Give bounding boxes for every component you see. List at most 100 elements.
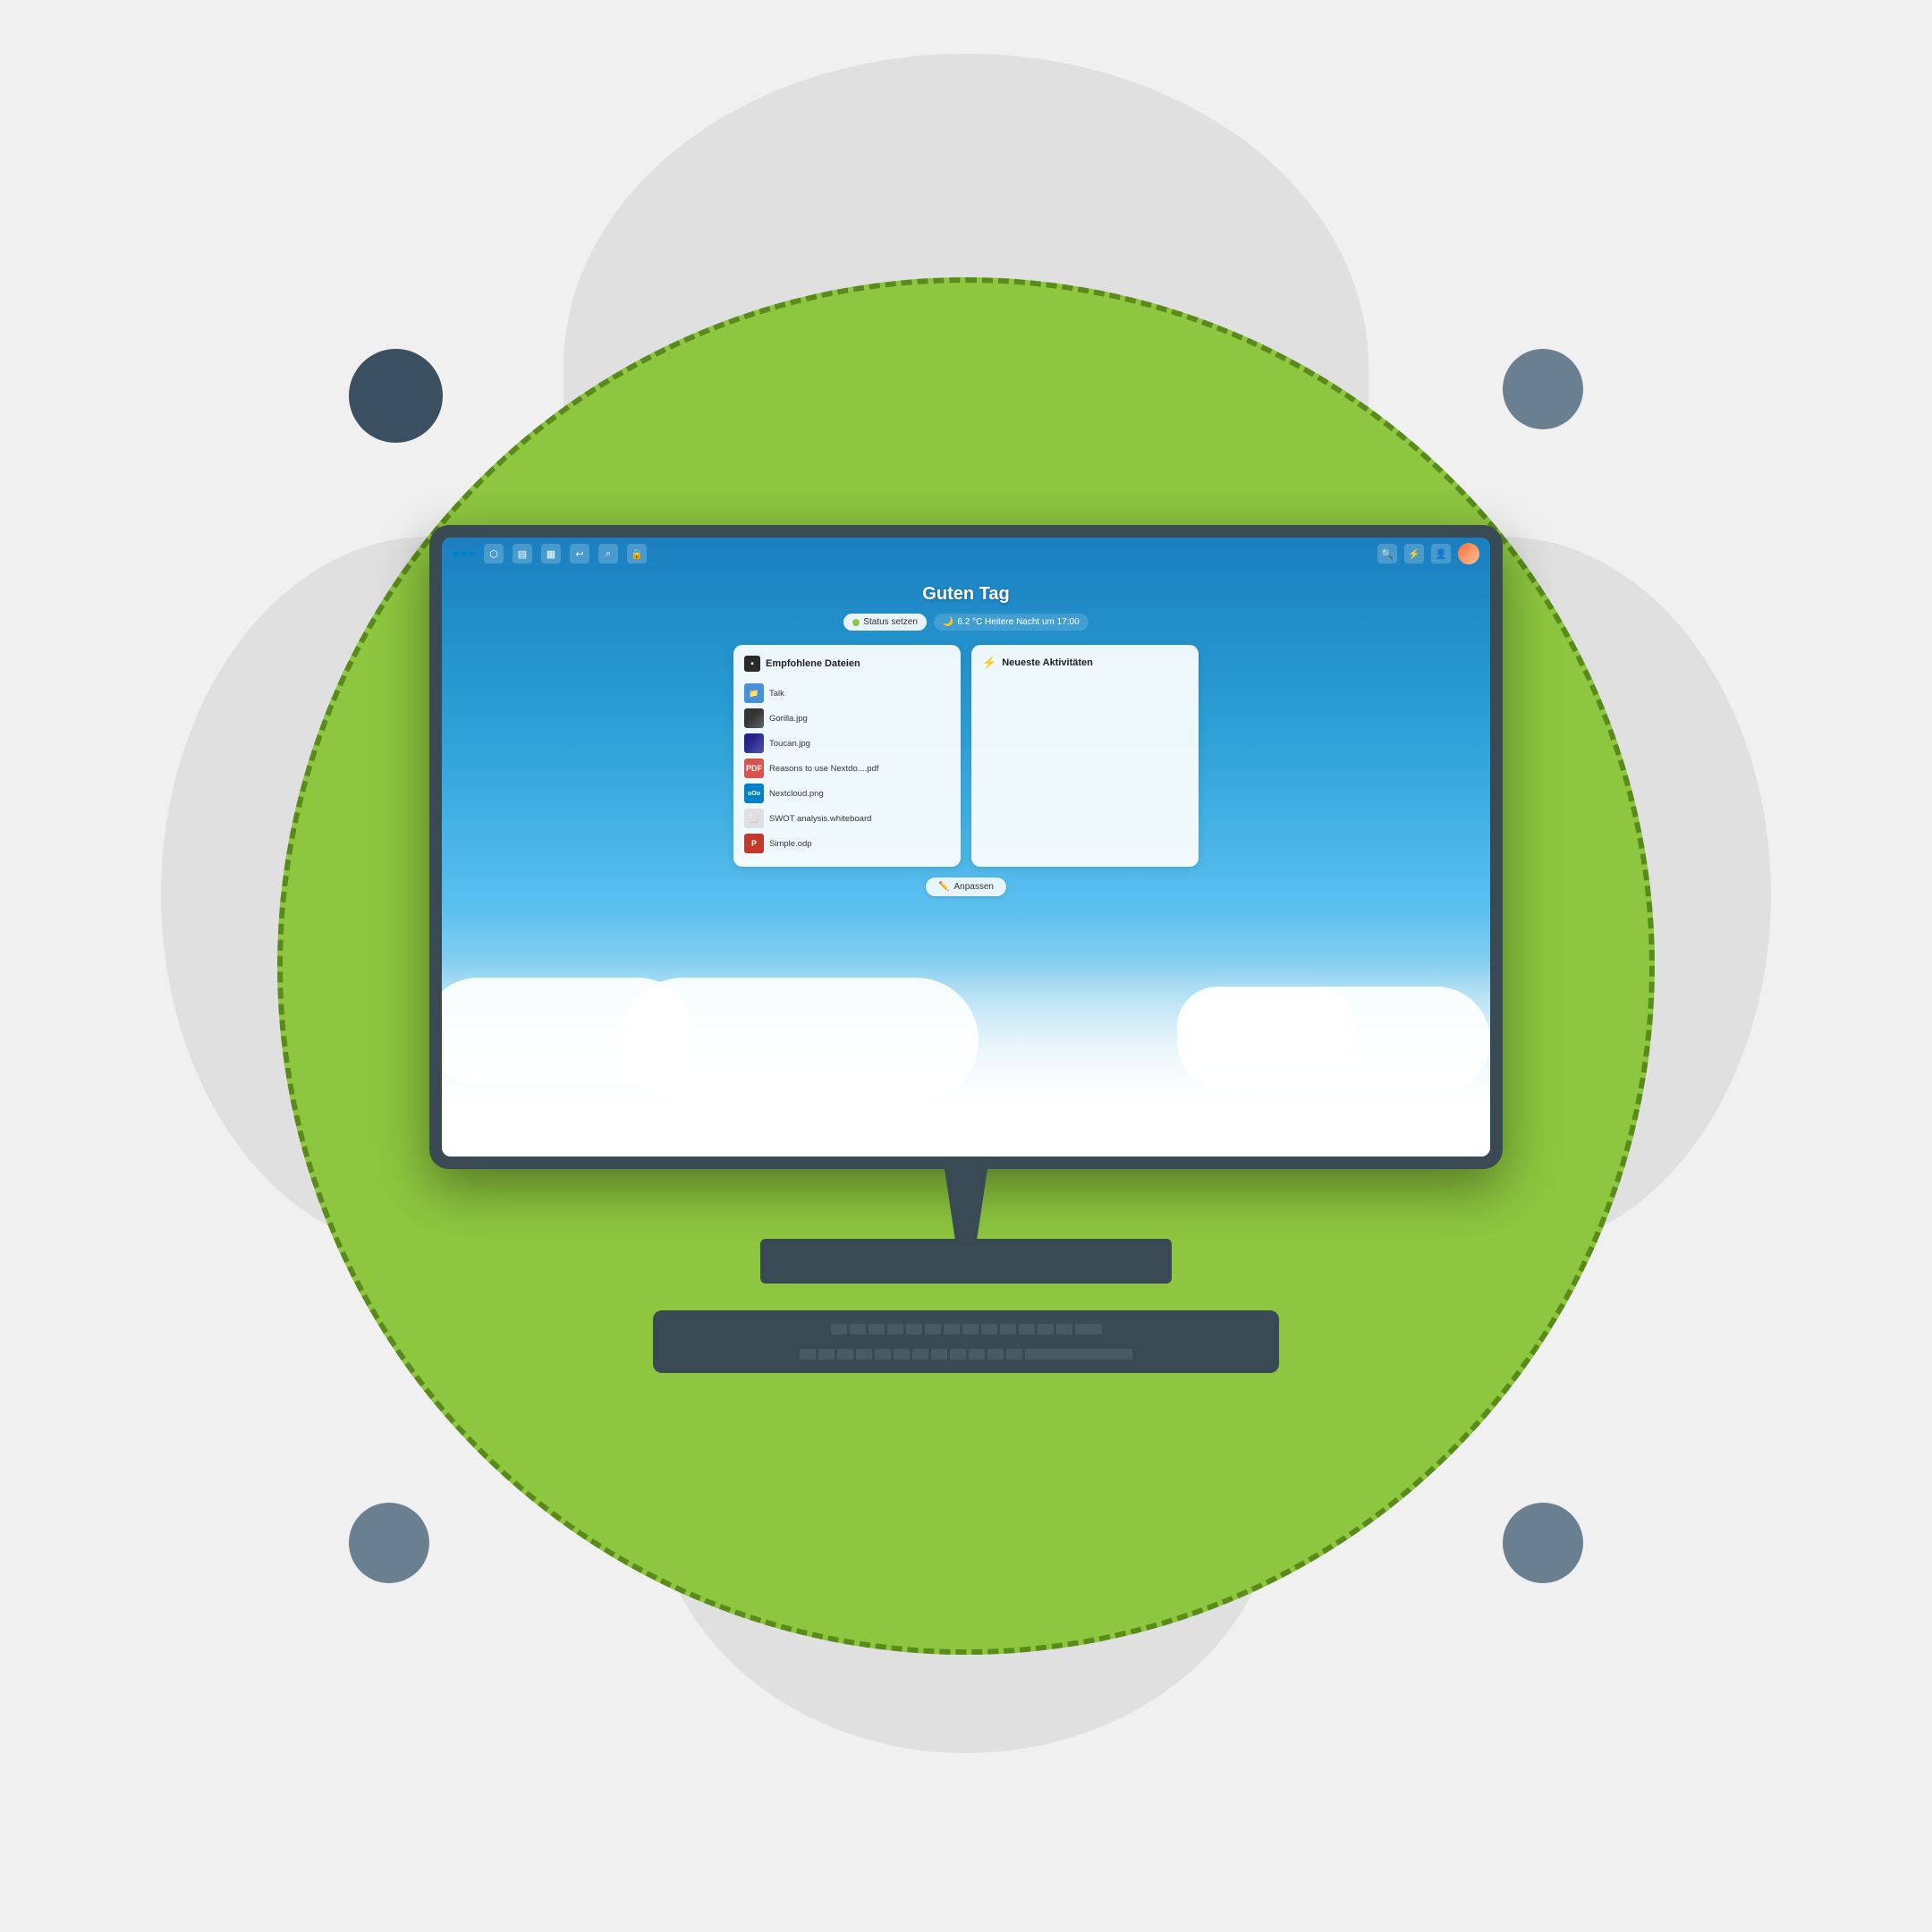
nc-dot-3 bbox=[469, 551, 475, 557]
file-icon-nc: oOo bbox=[744, 784, 764, 803]
key bbox=[944, 1324, 960, 1335]
handle-bottom-right[interactable] bbox=[1503, 1503, 1583, 1583]
key bbox=[912, 1349, 928, 1360]
file-item-swot[interactable]: ⬜ SWOT analysis.whiteboard bbox=[744, 806, 950, 831]
key bbox=[969, 1349, 985, 1360]
status-dot bbox=[852, 619, 860, 626]
key bbox=[869, 1324, 885, 1335]
file-name-gorilla: Gorilla.jpg bbox=[769, 714, 808, 724]
customize-button[interactable]: ✏️ Anpassen bbox=[926, 877, 1006, 896]
handle-top-left[interactable] bbox=[349, 349, 443, 443]
key bbox=[931, 1349, 947, 1360]
activity-panel-header: ⚡ Neueste Aktivitäten bbox=[982, 656, 1188, 670]
search-button[interactable]: 🔍 bbox=[1377, 544, 1397, 564]
key-backspace bbox=[1075, 1324, 1102, 1335]
lightning-icon: ⚡ bbox=[982, 656, 996, 670]
monitor-stand-base bbox=[760, 1239, 1172, 1284]
files-panel-title: Empfohlene Dateien bbox=[766, 658, 860, 669]
status-row: Status setzen 🌙 6.2 °C Heitere Nacht um … bbox=[843, 614, 1088, 631]
file-name-talk: Talk bbox=[769, 689, 784, 699]
handle-top-right[interactable] bbox=[1503, 349, 1583, 429]
monitor-assembly: ⬡ ▤ ▦ ↩ ⌕ 🔒 🔍 ⚡ 👤 Guten Tag bbox=[429, 525, 1503, 1373]
nav-search-icon[interactable]: ⌕ bbox=[598, 544, 618, 564]
nc-dot-1 bbox=[453, 551, 459, 557]
file-icon-talk: 📁 bbox=[744, 683, 764, 703]
nav-lock-icon[interactable]: 🔒 bbox=[627, 544, 647, 564]
file-icon-pdf: PDF bbox=[744, 758, 764, 778]
nav-calendar-icon[interactable]: ▦ bbox=[541, 544, 561, 564]
topbar: ⬡ ▤ ▦ ↩ ⌕ 🔒 🔍 ⚡ 👤 bbox=[442, 538, 1490, 570]
key bbox=[925, 1324, 941, 1335]
activity-panel: ⚡ Neueste Aktivitäten bbox=[971, 645, 1199, 867]
keyboard bbox=[653, 1310, 1279, 1373]
activity-panel-title: Neueste Aktivitäten bbox=[1002, 657, 1093, 668]
screen-content: Guten Tag Status setzen 🌙 6.2 °C Heitere… bbox=[442, 570, 1490, 1157]
key bbox=[981, 1324, 997, 1335]
key-space bbox=[1025, 1349, 1132, 1360]
key bbox=[1056, 1324, 1072, 1335]
topbar-right: 🔍 ⚡ 👤 bbox=[1377, 543, 1479, 564]
key bbox=[1019, 1324, 1035, 1335]
monitor-body: ⬡ ▤ ▦ ↩ ⌕ 🔒 🔍 ⚡ 👤 Guten Tag bbox=[429, 525, 1503, 1169]
nav-files-icon[interactable]: ⬡ bbox=[484, 544, 504, 564]
key bbox=[875, 1349, 891, 1360]
nextcloud-logo bbox=[453, 551, 475, 557]
file-item-pdf[interactable]: PDF Reasons to use Nextdo....pdf bbox=[744, 756, 950, 781]
file-icon-gorilla bbox=[744, 708, 764, 728]
greeting-text: Guten Tag bbox=[922, 584, 1009, 605]
key bbox=[887, 1324, 903, 1335]
weather-text: 6.2 °C Heitere Nacht um 17:00 bbox=[957, 617, 1079, 627]
monitor-screen: ⬡ ▤ ▦ ↩ ⌕ 🔒 🔍 ⚡ 👤 Guten Tag bbox=[442, 538, 1490, 1157]
pencil-icon: ✏️ bbox=[938, 882, 949, 892]
keyboard-row-2 bbox=[671, 1349, 1261, 1360]
monitor-stand-neck bbox=[930, 1169, 1002, 1241]
nav-undo-icon[interactable]: ↩ bbox=[570, 544, 589, 564]
key bbox=[818, 1349, 835, 1360]
avatar[interactable] bbox=[1458, 543, 1479, 564]
status-button[interactable]: Status setzen bbox=[843, 614, 927, 631]
panels-row: ▪ Empfohlene Dateien 📁 Talk bbox=[733, 645, 1199, 867]
user-button[interactable]: 👤 bbox=[1431, 544, 1451, 564]
key bbox=[1038, 1324, 1054, 1335]
weather-icon: 🌙 bbox=[943, 617, 953, 627]
key bbox=[800, 1349, 816, 1360]
files-panel-header: ▪ Empfohlene Dateien bbox=[744, 656, 950, 672]
key bbox=[950, 1349, 966, 1360]
key bbox=[1000, 1324, 1016, 1335]
key bbox=[987, 1349, 1004, 1360]
key bbox=[837, 1349, 853, 1360]
folder-icon: 📁 bbox=[749, 689, 758, 699]
key bbox=[831, 1324, 847, 1335]
file-item-gorilla[interactable]: Gorilla.jpg bbox=[744, 706, 950, 731]
key bbox=[1006, 1349, 1022, 1360]
file-item-simple[interactable]: P Simple.odp bbox=[744, 831, 950, 856]
key bbox=[962, 1324, 979, 1335]
file-item-toucan[interactable]: Toucan.jpg bbox=[744, 731, 950, 756]
keyboard-row-1 bbox=[671, 1324, 1261, 1335]
file-item-talk[interactable]: 📁 Talk bbox=[744, 681, 950, 706]
key bbox=[906, 1324, 922, 1335]
file-icon-swot: ⬜ bbox=[744, 809, 764, 828]
file-item-nextcloud[interactable]: oOo Nextcloud.png bbox=[744, 781, 950, 806]
customize-label: Anpassen bbox=[953, 882, 993, 892]
file-icon-odp: P bbox=[744, 834, 764, 853]
nav-photos-icon[interactable]: ▤ bbox=[513, 544, 532, 564]
key bbox=[850, 1324, 866, 1335]
whiteboard-icon: ⬜ bbox=[749, 814, 758, 824]
file-name-toucan: Toucan.jpg bbox=[769, 739, 810, 749]
key bbox=[894, 1349, 910, 1360]
file-name-pdf: Reasons to use Nextdo....pdf bbox=[769, 764, 879, 774]
nc-dot-2 bbox=[461, 551, 467, 557]
scene: ⬡ ▤ ▦ ↩ ⌕ 🔒 🔍 ⚡ 👤 Guten Tag bbox=[0, 0, 1932, 1932]
weather-button[interactable]: 🌙 6.2 °C Heitere Nacht um 17:00 bbox=[934, 614, 1089, 631]
handle-bottom-left[interactable] bbox=[349, 1503, 429, 1583]
file-icon-toucan bbox=[744, 733, 764, 753]
files-panel-icon: ▪ bbox=[744, 656, 760, 672]
nc-mini-logo: oOo bbox=[748, 791, 760, 797]
status-label: Status setzen bbox=[863, 617, 918, 627]
files-panel: ▪ Empfohlene Dateien 📁 Talk bbox=[733, 645, 961, 867]
bolt-button[interactable]: ⚡ bbox=[1404, 544, 1424, 564]
file-name-nc: Nextcloud.png bbox=[769, 789, 824, 799]
folder-icon: ▪ bbox=[750, 659, 754, 669]
file-name-odp: Simple.odp bbox=[769, 839, 812, 849]
